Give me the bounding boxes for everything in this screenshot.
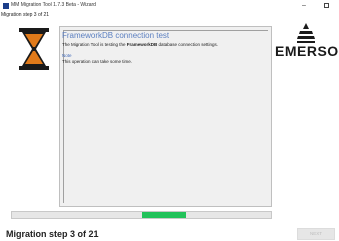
progress-fill — [142, 212, 186, 218]
maximize-button[interactable] — [318, 1, 334, 11]
emerson-logo-text: EMERSO — [275, 43, 339, 59]
content-panel-frame — [63, 30, 268, 203]
page-heading: FrameworkDB connection test — [62, 31, 170, 40]
hourglass-icon — [19, 28, 49, 70]
minimize-button[interactable]: – — [296, 1, 312, 11]
content-panel — [59, 26, 272, 207]
window-title: MM Migration Tool 1.7.3 Beta - Wizard — [11, 2, 96, 8]
emerson-logo-mark — [297, 23, 315, 43]
emerson-logo: EMERSO — [273, 22, 339, 62]
maximize-icon — [323, 3, 329, 8]
step-indicator: Migration step 3 of 21 — [1, 12, 50, 18]
description-suffix: database connection settings. — [157, 42, 219, 47]
progress-bar — [11, 211, 272, 219]
next-button[interactable]: NEXT — [297, 228, 335, 240]
description-text: The Migration Tool is testing the Framew… — [62, 42, 218, 47]
description-bold: FrameworkDB — [126, 42, 158, 47]
title-bar: MM Migration Tool 1.7.3 Beta - Wizard – — [0, 0, 339, 13]
footer-step-label: Migration step 3 of 21 — [6, 229, 99, 239]
note-text: This operation can take some time. — [62, 59, 133, 64]
note-title: Note — [62, 53, 72, 58]
description-prefix: The Migration Tool is testing the — [62, 42, 127, 47]
app-icon — [3, 3, 9, 9]
